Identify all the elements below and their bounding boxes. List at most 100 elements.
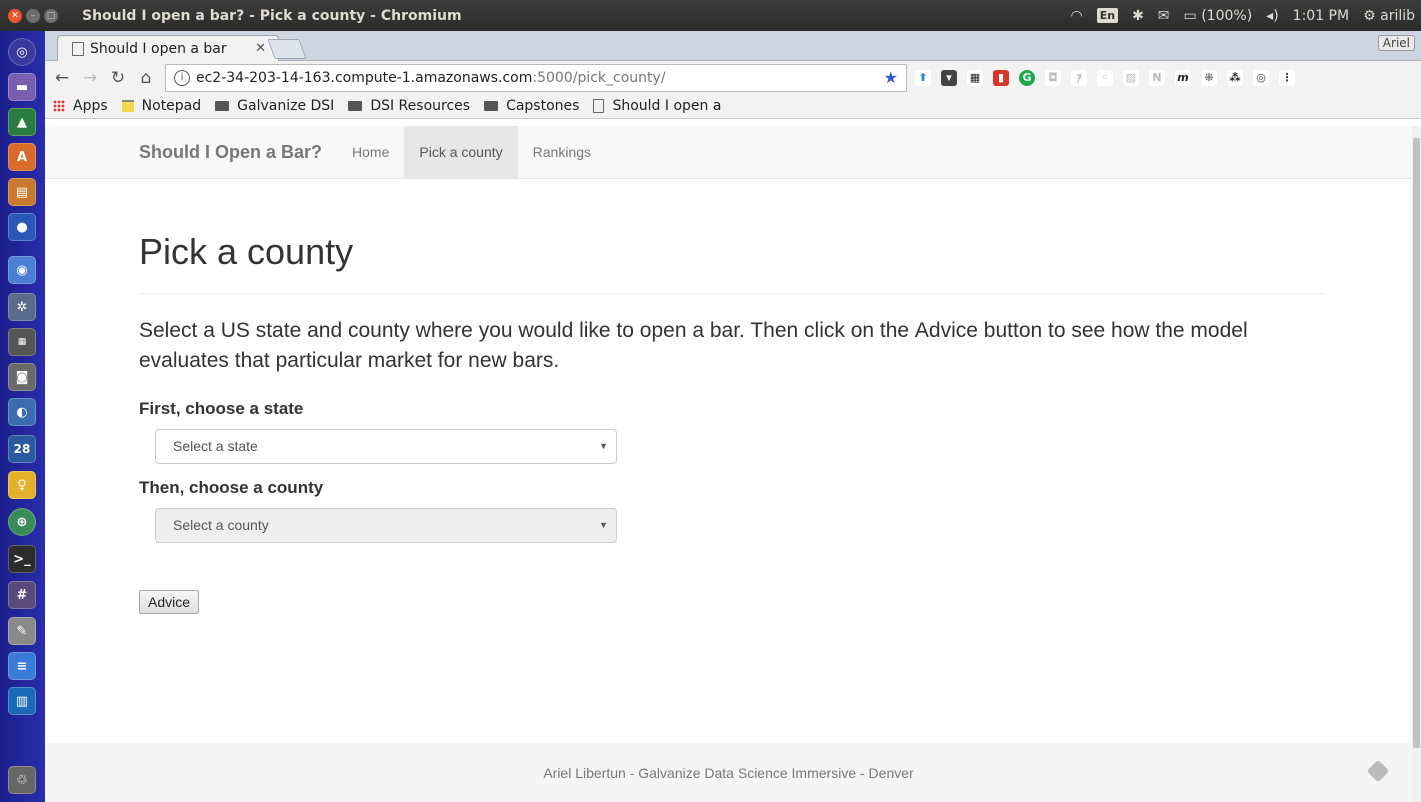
unity-launcher: ◎ ▬ ▲ A ▤ ● ◉ ✲ ▦ ◙ ◐ 28 ♀ ⊕ >_ # ✎ ≡ ▥ … bbox=[0, 31, 46, 802]
grid-extension-icon[interactable]: ⁜ bbox=[1201, 69, 1217, 86]
bookmark-galvanize-dsi[interactable]: Galvanize DSI bbox=[215, 98, 334, 114]
folder-icon bbox=[348, 101, 363, 111]
advice-emphasis: Advice bbox=[914, 319, 978, 342]
firefox-icon[interactable]: ● bbox=[8, 213, 36, 241]
bookmark-should-i-open[interactable]: Should I open a bbox=[593, 98, 721, 114]
chromium-icon[interactable]: ◉ bbox=[8, 256, 36, 284]
address-bar[interactable]: i ec2-34-203-14-163.compute-1.amazonaws.… bbox=[165, 63, 907, 92]
screenshot-icon[interactable]: ◙ bbox=[8, 363, 36, 391]
advice-button[interactable]: Advice bbox=[139, 589, 200, 614]
window-minimize-button[interactable]: – bbox=[26, 8, 40, 23]
battery-status[interactable]: ▭ (100%) bbox=[1184, 8, 1253, 24]
window-titlebar: ✕ – □ Should I open a bar? - Pick a coun… bbox=[0, 0, 1421, 31]
tab-strip: Should I open a bar ✕ Ariel bbox=[45, 31, 1421, 61]
grammarly-extension-icon[interactable]: G bbox=[1019, 69, 1035, 86]
search-extension-icon[interactable]: ◦ bbox=[1097, 69, 1113, 86]
trello-icon[interactable]: ▥ bbox=[8, 687, 36, 715]
bookmark-notepad[interactable]: Notepad bbox=[121, 98, 202, 114]
back-icon[interactable]: ← bbox=[51, 68, 73, 88]
county-label: Then, choose a county bbox=[139, 477, 324, 497]
mail-icon[interactable]: ✉ bbox=[1158, 8, 1170, 24]
window-close-button[interactable]: ✕ bbox=[8, 8, 22, 23]
upload-extension-icon[interactable]: ⬆ bbox=[915, 69, 931, 86]
notepad-icon bbox=[121, 100, 134, 112]
page-scrollbar[interactable] bbox=[1412, 126, 1421, 802]
bluetooth-icon[interactable]: ✱ bbox=[1132, 8, 1144, 24]
nav-rankings[interactable]: Rankings bbox=[518, 126, 606, 178]
profile-button[interactable]: Ariel bbox=[1377, 35, 1415, 51]
wifi-icon[interactable]: ◠ bbox=[1070, 8, 1082, 24]
browser-toolbar: ← → ↻ ⌂ i ec2-34-203-14-163.compute-1.am… bbox=[45, 61, 1421, 94]
trash-icon[interactable]: ♲ bbox=[8, 766, 36, 794]
clock[interactable]: 1:01 PM bbox=[1293, 8, 1349, 24]
bookmark-label: Should I open a bbox=[612, 98, 722, 114]
software-center-icon[interactable]: A bbox=[8, 143, 36, 171]
new-tab-button[interactable] bbox=[267, 39, 307, 59]
folder-icon bbox=[484, 101, 499, 111]
reload-icon[interactable]: ↻ bbox=[107, 68, 129, 88]
remmina-icon[interactable]: ◐ bbox=[8, 398, 36, 426]
state-label: First, choose a state bbox=[139, 398, 304, 418]
dots-extension-icon[interactable]: ⁂ bbox=[1227, 69, 1243, 86]
spiral-extension-icon[interactable]: ◎ bbox=[1253, 69, 1269, 86]
state-select-value: Select a state bbox=[173, 438, 258, 455]
state-select[interactable]: Select a state ▼ bbox=[155, 428, 617, 464]
window-controls: ✕ – □ bbox=[8, 8, 58, 23]
archive-icon[interactable]: ▤ bbox=[8, 178, 36, 206]
county-select-value: Select a county bbox=[173, 517, 269, 534]
session-menu[interactable]: ⚙ arilib bbox=[1363, 8, 1415, 24]
docs-icon[interactable]: ≡ bbox=[8, 652, 36, 680]
settings-icon[interactable]: ✲ bbox=[8, 293, 36, 321]
bookmark-star-icon[interactable]: ★ bbox=[884, 68, 898, 87]
m-extension-icon[interactable]: m bbox=[1175, 69, 1191, 86]
terminal-icon[interactable]: >_ bbox=[8, 545, 36, 573]
extension-icons: ⬆ ▾ ▦ ▮ G ◘ ｱ ◦ ▨ N m ⁜ ⁂ ◎ ⋮ bbox=[915, 69, 1295, 86]
bookmark-apps[interactable]: Apps bbox=[53, 98, 108, 114]
bookmark-label: Apps bbox=[73, 98, 108, 114]
scrollbar-thumb[interactable] bbox=[1413, 138, 1420, 748]
home-icon[interactable]: ⌂ bbox=[135, 68, 157, 88]
menu-icon[interactable]: ⋮ bbox=[1279, 69, 1295, 86]
instructions-text: Select a US state and county where you w… bbox=[139, 316, 1325, 377]
files-icon[interactable]: ▬ bbox=[8, 73, 36, 101]
bookmark-label: Notepad bbox=[141, 98, 202, 114]
diamond-icon bbox=[1366, 759, 1390, 783]
volume-icon[interactable]: ◂) bbox=[1266, 8, 1279, 24]
info-icon[interactable]: i bbox=[174, 69, 190, 86]
hashtag-icon[interactable]: # bbox=[8, 581, 36, 609]
page-icon bbox=[593, 99, 605, 113]
keyboard-layout-indicator[interactable]: En bbox=[1096, 8, 1119, 23]
bookmark-label: Galvanize DSI bbox=[237, 98, 335, 114]
bookmark-capstones[interactable]: Capstones bbox=[484, 98, 579, 114]
dropdown-arrow-icon: ▼ bbox=[599, 520, 608, 531]
url-path: :5000/pick_county/ bbox=[532, 69, 666, 86]
county-select[interactable]: Select a county ▼ bbox=[155, 507, 617, 543]
url-host: ec2-34-203-14-163.compute-1.amazonaws.co… bbox=[196, 69, 533, 86]
network-icon[interactable]: ⊕ bbox=[8, 508, 36, 536]
drive-icon[interactable]: ▲ bbox=[8, 108, 36, 136]
red-extension-icon[interactable]: ▮ bbox=[993, 69, 1009, 86]
tab-close-icon[interactable]: ✕ bbox=[255, 41, 266, 56]
browser-tab[interactable]: Should I open a bar ✕ bbox=[57, 35, 279, 61]
keyboard-icon[interactable]: ▦ bbox=[8, 328, 36, 356]
camera-extension-icon[interactable]: ◘ bbox=[1045, 69, 1061, 86]
image-extension-icon[interactable]: ▨ bbox=[1123, 69, 1139, 86]
site-brand[interactable]: Should I Open a Bar? bbox=[139, 126, 322, 178]
page-title: Pick a county bbox=[139, 179, 1325, 294]
window-maximize-button[interactable]: □ bbox=[44, 8, 58, 23]
forward-icon[interactable]: → bbox=[79, 68, 101, 88]
calendar-icon[interactable]: 28 bbox=[8, 435, 36, 463]
notes-extension-icon[interactable]: N bbox=[1149, 69, 1165, 86]
pocket-extension-icon[interactable]: ▾ bbox=[941, 69, 957, 86]
text-editor-icon[interactable]: ✎ bbox=[8, 617, 36, 645]
qr-extension-icon[interactable]: ▦ bbox=[967, 69, 983, 86]
bookmark-dsi-resources[interactable]: DSI Resources bbox=[348, 98, 470, 114]
keep-icon[interactable]: ♀ bbox=[8, 471, 36, 499]
translate-extension-icon[interactable]: ｱ bbox=[1071, 69, 1087, 86]
dash-icon[interactable]: ◎ bbox=[8, 38, 36, 66]
nav-pick-a-county[interactable]: Pick a county bbox=[404, 126, 518, 178]
folder-icon bbox=[215, 101, 230, 111]
apps-icon bbox=[53, 100, 65, 112]
nav-home[interactable]: Home bbox=[337, 126, 404, 178]
site-navbar: Should I Open a Bar? Home Pick a county … bbox=[45, 126, 1412, 179]
